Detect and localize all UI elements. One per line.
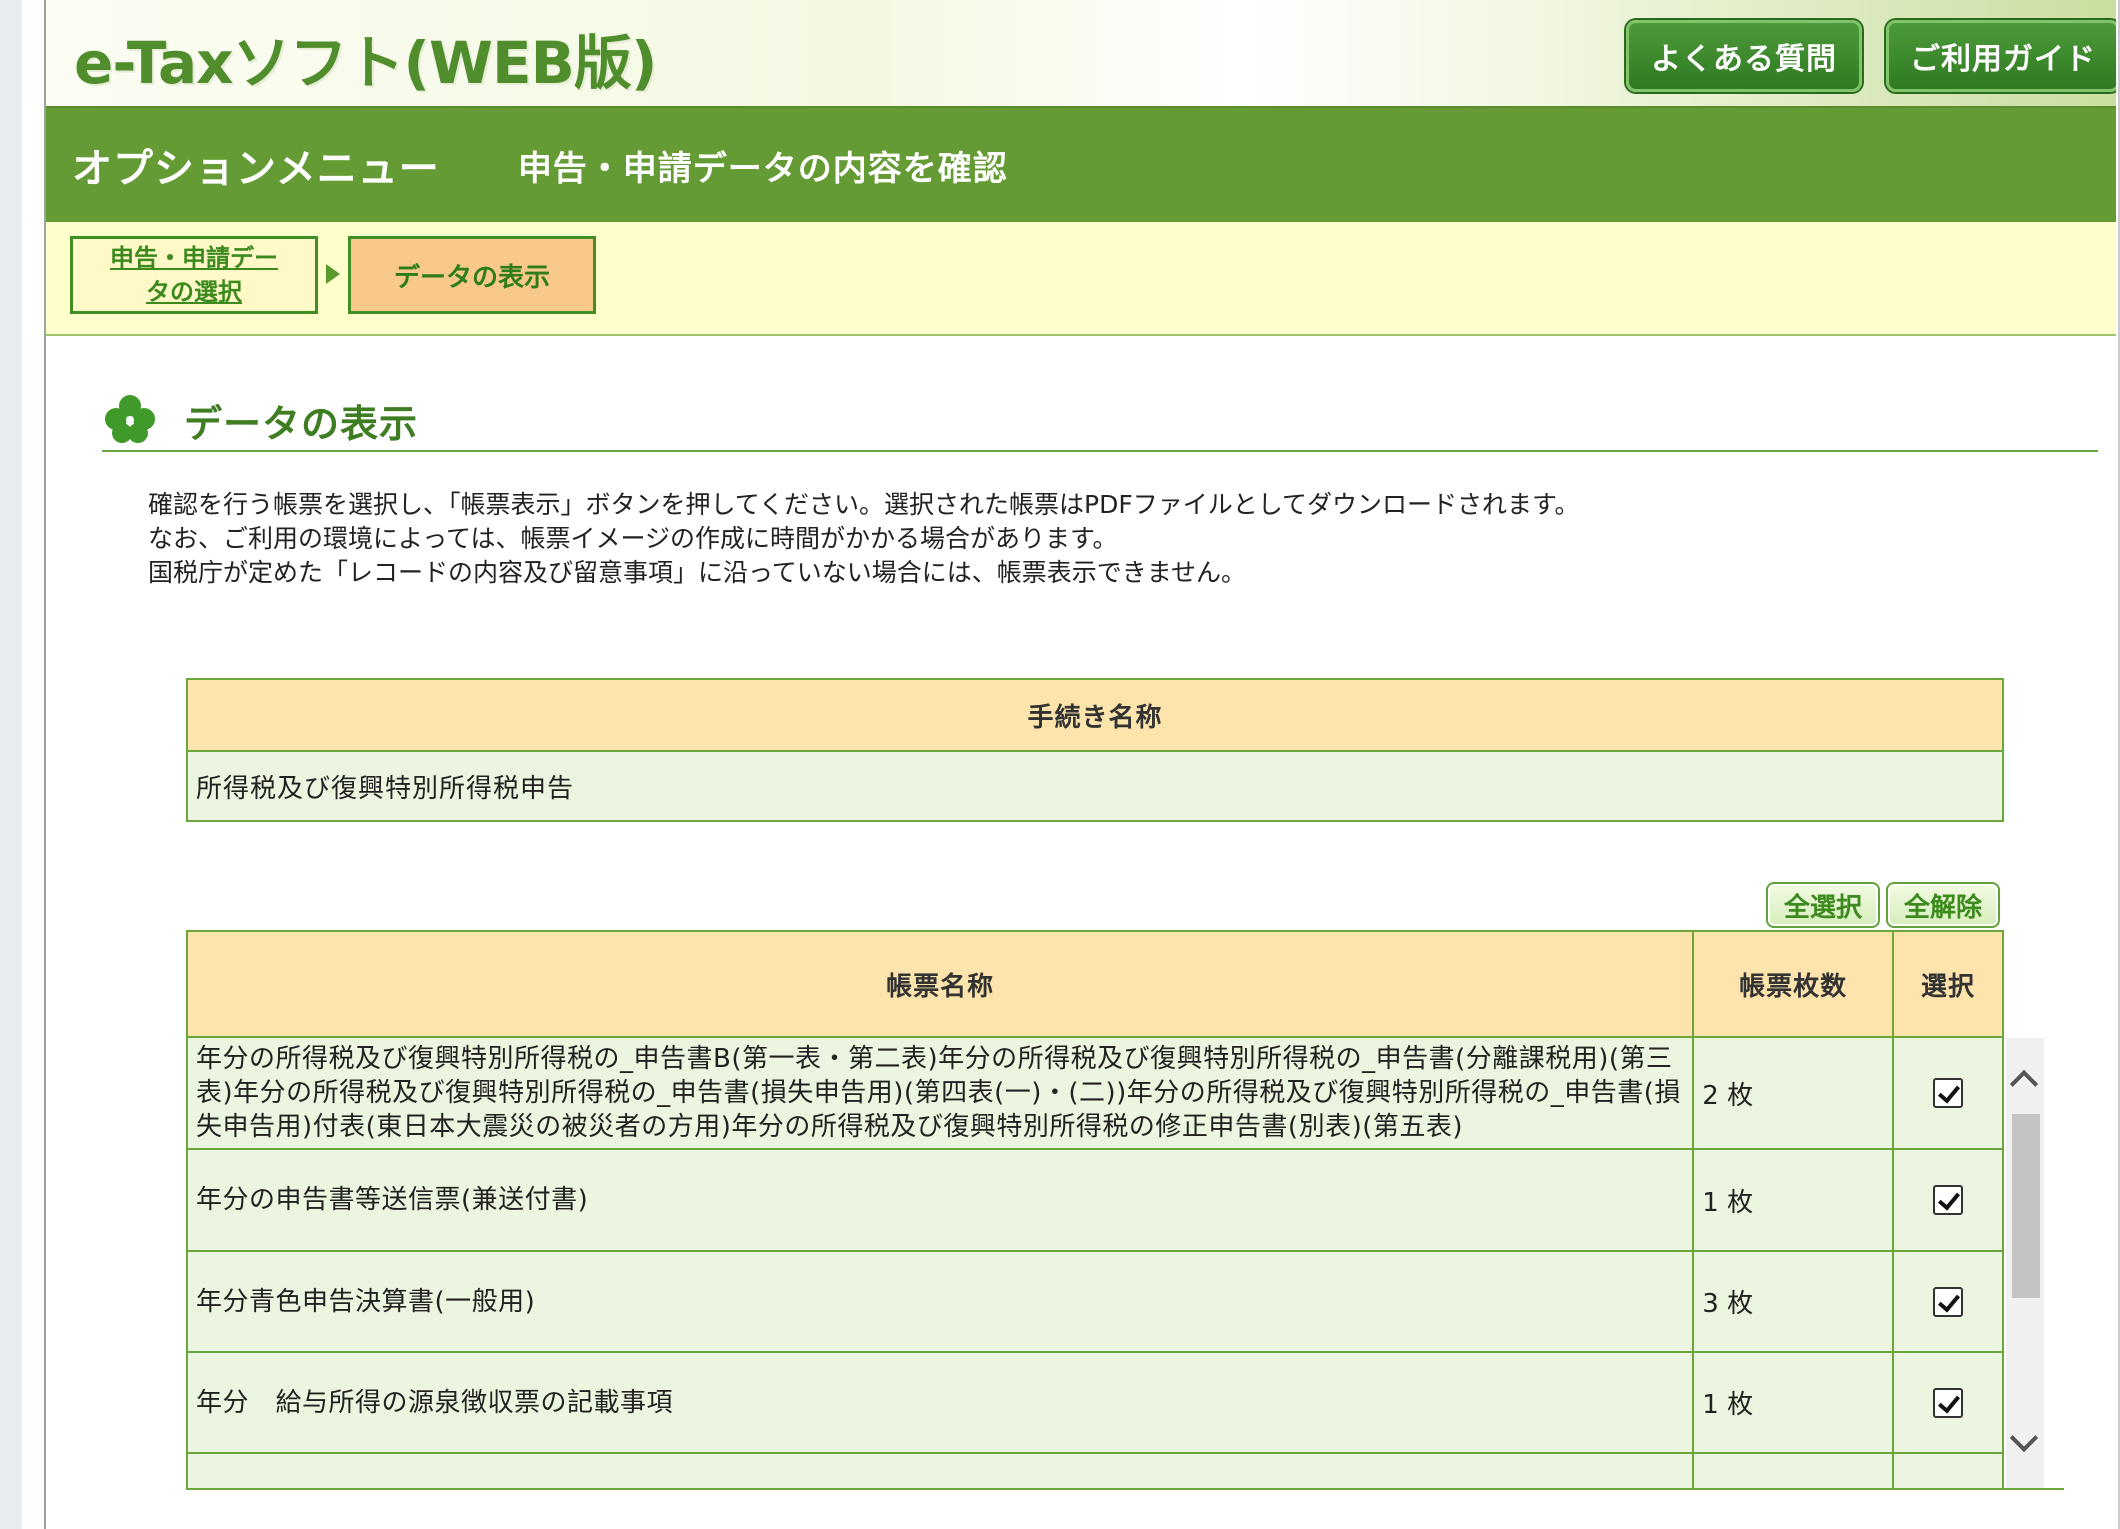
deselect-all-button[interactable]: 全解除 — [1886, 882, 2000, 928]
form-count-header: 帳票枚数 — [1692, 930, 1895, 1038]
guide-button[interactable]: ご利用ガイド — [1886, 20, 2116, 92]
top-banner: e-Taxソフト(WEB版) よくある質問 ご利用ガイド — [46, 0, 2116, 106]
table-row: 年分の所得税及び復興特別所得税の_申告書B(第一表・第二表)年分の所得税及び復興… — [186, 1036, 2004, 1150]
forms-header-row: 帳票名称 帳票枚数 選択 — [186, 930, 2004, 1038]
breadcrumb-step-current: データの表示 — [348, 236, 596, 314]
breadcrumb-arrow-icon — [326, 264, 340, 284]
table-row: 年分青色申告決算書(一般用) 3 枚 — [186, 1250, 2004, 1353]
form-select-header: 選択 — [1892, 930, 2004, 1038]
forms-table-container[interactable]: 帳票名称 帳票枚数 選択 年分の所得税及び復興特別所得税の_申告書B(第一表・第… — [186, 930, 2064, 1490]
procedure-name: 所得税及び復興特別所得税申告 — [187, 751, 2003, 821]
procedure-header: 手続き名称 — [187, 679, 2003, 752]
table-bottom-border — [186, 1488, 2064, 1490]
form-name: 年分 給与所得の源泉徴収票の記載事項 — [186, 1351, 1695, 1454]
table-row: 年分の申告書等送信票(兼送付書) 1 枚 — [186, 1148, 2004, 1252]
breadcrumb: 申告・申請データの選択 データの表示 — [46, 222, 2116, 336]
option-menu-title: オプションメニュー — [72, 146, 440, 192]
select-checkbox[interactable] — [1933, 1286, 1964, 1317]
section-title: データの表示 — [184, 401, 419, 446]
form-name: 年分の申告書等送信票(兼送付書) — [186, 1148, 1695, 1252]
select-all-button[interactable]: 全選択 — [1766, 882, 1880, 928]
scroll-down-icon[interactable] — [2009, 1423, 2039, 1453]
select-checkbox[interactable] — [1933, 1387, 1964, 1418]
procedure-table: 手続き名称 所得税及び復興特別所得税申告 — [186, 678, 2004, 822]
faq-button[interactable]: よくある質問 — [1626, 20, 1862, 92]
instructions: 確認を行う帳票を選択し、「帳票表示」ボタンを押してください。選択された帳票はPD… — [148, 488, 1579, 590]
form-count: 2 枚 — [1692, 1036, 1895, 1150]
window-frame: e-Taxソフト(WEB版) よくある質問 ご利用ガイド オプションメニュー 申… — [0, 0, 2120, 1529]
form-count: 3 枚 — [1692, 1250, 1895, 1353]
menu-bar: オプションメニュー 申告・申請データの内容を確認 — [46, 106, 2116, 222]
scroll-up-icon[interactable] — [2009, 1069, 2039, 1099]
instruction-line: 確認を行う帳票を選択し、「帳票表示」ボタンを押してください。選択された帳票はPD… — [148, 490, 1580, 519]
page-content: e-Taxソフト(WEB版) よくある質問 ご利用ガイド オプションメニュー 申… — [44, 0, 2116, 1529]
select-checkbox[interactable] — [1933, 1185, 1964, 1216]
form-name-header: 帳票名称 — [186, 930, 1695, 1038]
select-checkbox[interactable] — [1933, 1078, 1964, 1109]
app-logo: e-Taxソフト(WEB版) — [74, 29, 657, 97]
page-subtitle: 申告・申請データの内容を確認 — [517, 148, 1008, 189]
form-name: 年分青色申告決算書(一般用) — [186, 1250, 1695, 1353]
clover-icon — [105, 395, 155, 443]
instruction-line: なお、ご利用の環境によっては、帳票イメージの作成に時間がかかる場合があります。 — [148, 524, 1118, 553]
scroll-thumb[interactable] — [2012, 1114, 2040, 1298]
breadcrumb-step1-label: 申告・申請データの選択 — [110, 244, 278, 306]
forms-table: 帳票名称 帳票枚数 選択 年分の所得税及び復興特別所得税の_申告書B(第一表・第… — [186, 930, 2004, 1490]
table-row — [186, 1452, 2004, 1490]
table-row: 年分 給与所得の源泉徴収票の記載事項 1 枚 — [186, 1351, 2004, 1454]
breadcrumb-step-select-data[interactable]: 申告・申請データの選択 — [70, 236, 318, 314]
form-count: 1 枚 — [1692, 1148, 1895, 1252]
form-count: 1 枚 — [1692, 1351, 1895, 1454]
instruction-line: 国税庁が定めた「レコードの内容及び留意事項」に沿っていない場合には、帳票表示でき… — [148, 558, 1247, 587]
section-heading: データの表示 — [102, 390, 2098, 452]
form-name: 年分の所得税及び復興特別所得税の_申告書B(第一表・第二表)年分の所得税及び復興… — [186, 1036, 1695, 1150]
table-scrollbar[interactable] — [2006, 1038, 2044, 1490]
